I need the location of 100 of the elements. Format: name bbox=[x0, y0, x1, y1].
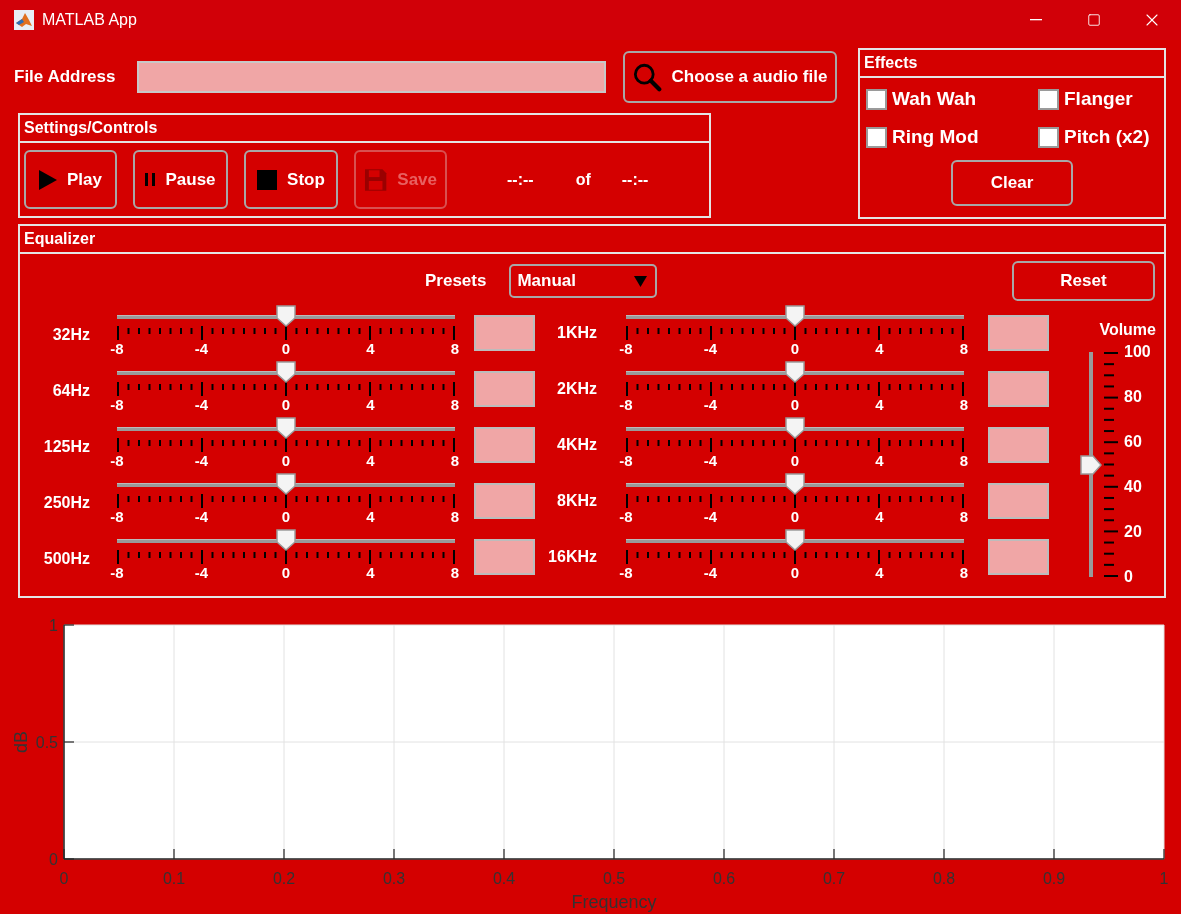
x-tick-label: 0.8 bbox=[932, 870, 956, 887]
scale-label: 8 bbox=[958, 452, 970, 470]
current-time: --:-- bbox=[507, 170, 534, 189]
scale-label: 4 bbox=[874, 452, 885, 470]
scale-label: -8 bbox=[109, 452, 125, 470]
slider-thumb[interactable] bbox=[785, 361, 805, 383]
scale-label: 8 bbox=[958, 396, 970, 414]
scale-label: 0 bbox=[1124, 569, 1134, 585]
slider-thumb[interactable] bbox=[276, 417, 296, 439]
slider-track[interactable] bbox=[626, 307, 964, 325]
choose-file-button[interactable]: Choose a audio file bbox=[623, 50, 838, 103]
scale-label: -8 bbox=[109, 564, 125, 582]
app-logo-icon bbox=[14, 10, 34, 30]
slider-track[interactable] bbox=[626, 531, 964, 549]
effect-checkbox[interactable]: Ring Mod bbox=[866, 126, 1038, 148]
scale-label: 0 bbox=[280, 452, 292, 470]
scale-label: 8 bbox=[958, 508, 970, 526]
x-tick-label: 1 bbox=[1159, 870, 1169, 887]
effect-checkbox[interactable]: Wah Wah bbox=[866, 88, 1038, 110]
x-tick-label: 0.7 bbox=[822, 870, 846, 887]
effect-checkbox[interactable]: Pitch (x2) bbox=[1038, 126, 1164, 148]
slider-thumb[interactable] bbox=[785, 417, 805, 439]
scale-label: 8 bbox=[449, 508, 461, 526]
slider-track[interactable] bbox=[626, 363, 964, 381]
slider-thumb[interactable] bbox=[276, 473, 296, 495]
time-separator: of bbox=[575, 170, 591, 189]
gain-field[interactable] bbox=[474, 427, 535, 463]
slider-track[interactable] bbox=[626, 419, 964, 437]
slider-track[interactable] bbox=[117, 363, 455, 381]
scale-label: -4 bbox=[193, 452, 210, 470]
scale-label: -4 bbox=[702, 452, 719, 470]
scale-label: 0 bbox=[280, 508, 292, 526]
scale-label: -4 bbox=[193, 564, 210, 582]
band-label: 16KHz bbox=[548, 548, 597, 566]
gain-field[interactable] bbox=[988, 371, 1049, 407]
slider-track[interactable] bbox=[117, 475, 455, 493]
maximize-icon bbox=[1087, 13, 1101, 27]
slider-thumb[interactable] bbox=[785, 473, 805, 495]
y-tick-label: 1 bbox=[49, 617, 58, 634]
panel-title: Settings/Controls bbox=[24, 119, 158, 137]
presets-dropdown[interactable]: Manual bbox=[509, 264, 658, 298]
x-tick-label: 0.6 bbox=[712, 870, 736, 887]
scale-label: -8 bbox=[618, 564, 634, 582]
checkbox[interactable] bbox=[866, 126, 887, 148]
band-label: 64Hz bbox=[52, 382, 90, 400]
gain-field[interactable] bbox=[988, 427, 1049, 463]
effect-checkbox[interactable]: Flanger bbox=[1038, 88, 1164, 110]
slider-track[interactable] bbox=[117, 419, 455, 437]
gain-field[interactable] bbox=[474, 483, 535, 519]
clear-button[interactable]: Clear bbox=[951, 160, 1073, 206]
play-button[interactable]: Play bbox=[24, 150, 117, 209]
band-label: 4KHz bbox=[557, 436, 597, 454]
scale-label: 0 bbox=[789, 396, 801, 414]
pause-button[interactable]: Pause bbox=[133, 150, 228, 209]
volume-label: Volume bbox=[1099, 321, 1156, 339]
slider-thumb[interactable] bbox=[785, 305, 805, 327]
scale-label: 40 bbox=[1124, 479, 1143, 495]
scale-label: -4 bbox=[702, 564, 719, 582]
scale-label: 8 bbox=[449, 396, 461, 414]
scale-label: -8 bbox=[618, 452, 634, 470]
gain-field[interactable] bbox=[988, 315, 1049, 351]
x-tick-label: 0 bbox=[59, 870, 69, 887]
file-address-field[interactable] bbox=[137, 60, 607, 93]
x-tick-label: 0.5 bbox=[602, 870, 626, 887]
scale-label: 4 bbox=[874, 508, 885, 526]
slider-track[interactable] bbox=[626, 475, 964, 493]
scale-label: 80 bbox=[1124, 389, 1143, 405]
x-tick-label: 0.4 bbox=[492, 870, 516, 887]
slider-thumb[interactable] bbox=[276, 305, 296, 327]
slider-thumb[interactable] bbox=[785, 529, 805, 551]
volume-slider-thumb[interactable] bbox=[1080, 454, 1102, 475]
scale-label: 0 bbox=[789, 564, 801, 582]
x-axis-title: Frequency bbox=[571, 892, 657, 912]
gain-field[interactable] bbox=[474, 315, 535, 351]
y-tick-label: 0.5 bbox=[35, 734, 58, 751]
stop-button[interactable]: Stop bbox=[244, 150, 338, 209]
checkbox[interactable] bbox=[866, 88, 887, 110]
gain-field[interactable] bbox=[474, 371, 535, 407]
slider-thumb[interactable] bbox=[276, 529, 296, 551]
reset-button[interactable]: Reset bbox=[1012, 261, 1155, 301]
scale-label: -4 bbox=[193, 396, 210, 414]
play-icon bbox=[39, 169, 57, 190]
scale-label: 8 bbox=[449, 564, 461, 582]
x-tick-label: 0.9 bbox=[1042, 870, 1066, 887]
slider-track[interactable] bbox=[117, 531, 455, 549]
scale-label: 4 bbox=[365, 508, 376, 526]
checkbox[interactable] bbox=[1038, 88, 1059, 110]
volume-slider-track[interactable] bbox=[1082, 352, 1104, 577]
scale-label: 4 bbox=[874, 396, 885, 414]
gain-field[interactable] bbox=[474, 539, 535, 575]
scale-label: -4 bbox=[193, 508, 210, 526]
slider-thumb[interactable] bbox=[276, 361, 296, 383]
gain-field[interactable] bbox=[988, 539, 1049, 575]
checkbox[interactable] bbox=[1038, 126, 1059, 148]
minimize-icon bbox=[1030, 19, 1042, 21]
slider-track[interactable] bbox=[117, 307, 455, 325]
gain-field[interactable] bbox=[988, 483, 1049, 519]
y-tick-label: 0 bbox=[49, 851, 58, 868]
band-label: 32Hz bbox=[52, 326, 90, 344]
scale-label: 0 bbox=[280, 396, 292, 414]
